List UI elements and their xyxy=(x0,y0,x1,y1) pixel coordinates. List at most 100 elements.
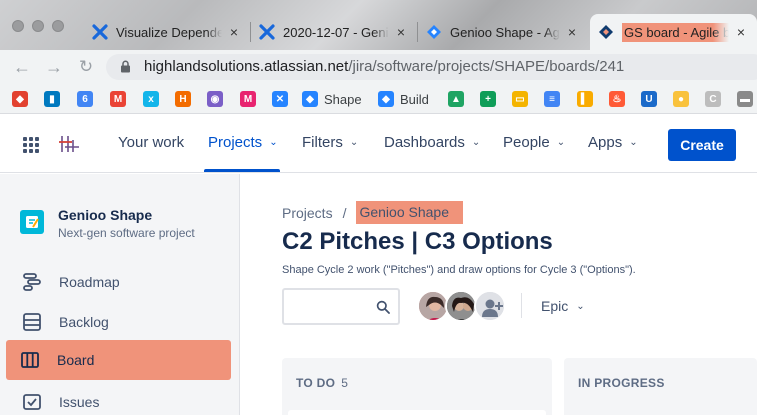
lock-icon xyxy=(121,60,130,73)
bookmark-analytics[interactable]: ▍ xyxy=(577,90,593,108)
drive-icon: ▲ xyxy=(448,91,464,107)
bookmark-drive[interactable]: ▲ xyxy=(448,90,464,108)
tab-label: Genioo Shape - Agile xyxy=(450,24,560,40)
breadcrumb-project[interactable]: Genioo Shape xyxy=(356,201,463,224)
tab-label: GS board - Agile board xyxy=(622,22,729,42)
bookmark-page[interactable]: C xyxy=(705,90,721,108)
browser-tab-1[interactable]: Visualize Dependencies × xyxy=(84,14,250,50)
jira-x-icon xyxy=(259,24,275,40)
browser-tab-strip: Visualize Dependencies × 2020-12-07 - Ge… xyxy=(0,0,757,50)
bookmark-label: Shape xyxy=(324,91,362,107)
url-field[interactable]: highlandsolutions.atlassian.net/jira/sof… xyxy=(106,54,757,80)
jira-diamond-icon xyxy=(426,24,442,40)
sidebar-item-roadmap[interactable]: Roadmap xyxy=(8,262,232,302)
avatar[interactable] xyxy=(445,290,477,322)
bookmark-sheets[interactable]: + xyxy=(480,90,496,108)
add-people-icon[interactable] xyxy=(474,290,506,322)
browser-tab-active[interactable]: GS board - Agile board × xyxy=(590,14,757,50)
issue-card[interactable] xyxy=(288,410,546,415)
column-header: TO DO 5 xyxy=(296,376,348,390)
url-host: highlandsolutions.atlassian.net xyxy=(144,58,349,75)
project-name[interactable]: Genioo Shape xyxy=(58,207,152,223)
bookmark-jira-diamond[interactable]: ◆ Build xyxy=(378,90,429,108)
nav-your-work-label: Your work xyxy=(118,134,185,151)
jira-x-icon xyxy=(92,24,108,40)
bookmarks-bar: ◆ ▮ 6 Mx H ◉ M ✕ ◆ Shape ◆ Build ▲ + ▭ ≡ ▍ ♨ U ● C ▬ xyxy=(0,84,757,114)
app-purple-icon: ◉ xyxy=(207,91,223,107)
nav-people[interactable]: People ⌄ xyxy=(503,134,565,151)
harvest-icon: H xyxy=(175,91,191,107)
bookmark-app-purple[interactable]: ◉ xyxy=(207,90,223,108)
nav-dashboards[interactable]: Dashboards ⌄ xyxy=(384,134,480,151)
page-icon: C xyxy=(705,91,721,107)
forward-icon[interactable]: → xyxy=(44,57,64,77)
tab-close-icon[interactable]: × xyxy=(733,24,749,40)
bookmark-xero[interactable]: x xyxy=(143,90,159,108)
folder-icon: ▬ xyxy=(737,91,753,107)
bookmark-harvest[interactable]: H xyxy=(175,90,191,108)
nav-people-label: People xyxy=(503,134,550,151)
nav-apps[interactable]: Apps ⌄ xyxy=(588,134,638,151)
sidebar-item-label: Backlog xyxy=(59,314,109,330)
column-count: 5 xyxy=(341,376,349,390)
sidebar-item-board[interactable]: Board xyxy=(6,340,231,380)
bookmark-jira-diamond[interactable]: ◆ Shape xyxy=(302,90,362,108)
back-icon[interactable]: ← xyxy=(12,57,32,77)
bookmark-jira-x[interactable]: ✕ xyxy=(272,90,288,108)
issues-icon xyxy=(21,391,43,413)
nav-filters-label: Filters xyxy=(302,134,343,151)
create-button[interactable]: Create xyxy=(668,129,736,161)
tab-label: 2020-12-07 - Genioo xyxy=(283,24,389,40)
tab-label: Visualize Dependencies xyxy=(116,24,222,40)
flame-icon: ♨ xyxy=(609,91,625,107)
sidebar-item-label: Issues xyxy=(59,394,100,410)
breadcrumb-projects[interactable]: Projects xyxy=(282,205,333,221)
highland-logo-icon[interactable] xyxy=(58,134,80,154)
bookmark-trello[interactable]: ▮ xyxy=(44,90,60,108)
bookmark-bulb[interactable]: ● xyxy=(673,90,689,108)
u-icon: U xyxy=(641,91,657,107)
window-minimize-icon[interactable] xyxy=(32,20,44,32)
chevron-down-icon: ⌄ xyxy=(349,137,359,148)
app-switcher-icon[interactable] xyxy=(23,137,39,153)
tab-close-icon[interactable]: × xyxy=(564,24,580,40)
bookmark-gmail[interactable]: M xyxy=(110,90,126,108)
epic-filter-dropdown[interactable]: Epic ⌄ xyxy=(541,298,585,314)
nav-apps-label: Apps xyxy=(588,134,623,151)
column-header: IN PROGRESS xyxy=(578,376,671,390)
nav-filters[interactable]: Filters ⌄ xyxy=(302,134,358,151)
jira-diamond-icon xyxy=(598,24,614,40)
page-title: C2 Pitches | C3 Options xyxy=(282,228,553,255)
nav-your-work[interactable]: Your work xyxy=(118,134,184,151)
project-avatar-icon[interactable] xyxy=(20,210,44,234)
sidebar-item-issues[interactable]: Issues xyxy=(8,382,232,415)
bookmark-label: Build xyxy=(400,91,429,107)
bookmark-calendar[interactable]: 6 xyxy=(77,90,93,108)
browser-address-bar: ← → ↻ highlandsolutions.atlassian.net/ji… xyxy=(0,50,757,84)
sidebar-item-label: Roadmap xyxy=(59,274,120,290)
bookmark-flame[interactable]: ♨ xyxy=(609,90,625,108)
bookmark-miro[interactable]: M xyxy=(240,90,256,108)
browser-tab-2[interactable]: 2020-12-07 - Genioo × xyxy=(251,14,417,50)
tab-close-icon[interactable]: × xyxy=(393,24,409,40)
bookmark-slides[interactable]: ▭ xyxy=(512,90,528,108)
chevron-down-icon: ⌄ xyxy=(629,137,638,148)
bookmark-folder[interactable]: ▬ xyxy=(737,90,753,108)
browser-tab-3[interactable]: Genioo Shape - Agile × xyxy=(418,14,588,50)
sidebar-item-backlog[interactable]: Backlog xyxy=(8,302,232,342)
toolbar-divider xyxy=(521,293,522,318)
sheets-icon: + xyxy=(480,91,496,107)
board-search-input[interactable] xyxy=(282,288,400,325)
analytics-icon: ▍ xyxy=(577,91,593,107)
bookmark-git[interactable]: ◆ xyxy=(12,90,28,108)
bookmark-docs[interactable]: ≡ xyxy=(544,90,560,108)
gmail-icon: M xyxy=(110,91,126,107)
reload-icon[interactable]: ↻ xyxy=(76,57,96,77)
nav-projects[interactable]: Projects ⌄ xyxy=(208,134,278,151)
window-close-icon[interactable] xyxy=(12,20,24,32)
tab-close-icon[interactable]: × xyxy=(226,24,242,40)
column-title: IN PROGRESS xyxy=(578,376,665,390)
window-maximize-icon[interactable] xyxy=(52,20,64,32)
jira-diamond-icon: ◆ xyxy=(378,91,394,107)
bookmark-u[interactable]: U xyxy=(641,90,657,108)
